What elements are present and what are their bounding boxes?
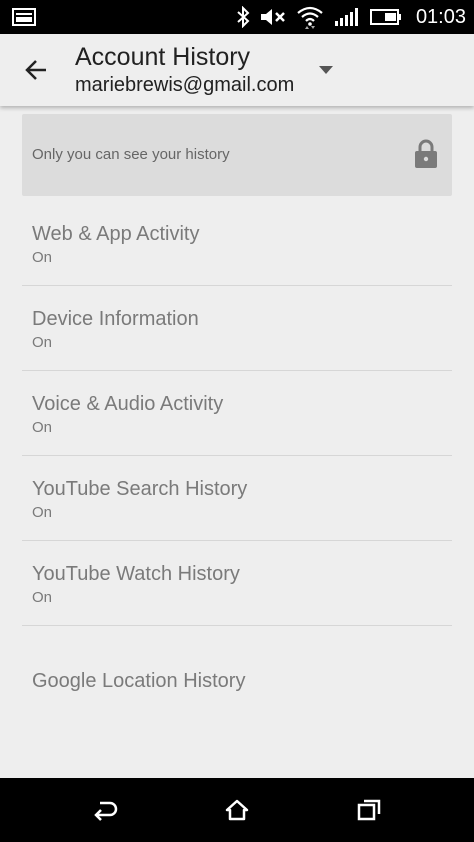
wifi-icon bbox=[297, 6, 323, 29]
item-title: YouTube Watch History bbox=[32, 563, 240, 585]
battery-icon bbox=[369, 9, 401, 25]
nav-home-button[interactable] bbox=[220, 794, 254, 826]
item-title: Web & App Activity bbox=[32, 223, 200, 245]
account-dropdown-button[interactable] bbox=[310, 56, 342, 84]
status-bar: 01:03 bbox=[0, 0, 474, 34]
history-list: Web & App Activity On Device Information… bbox=[0, 201, 474, 716]
screenshot-icon bbox=[12, 8, 36, 26]
mute-icon bbox=[260, 9, 285, 25]
back-icon bbox=[94, 801, 118, 821]
item-title: YouTube Search History bbox=[32, 478, 248, 500]
lock-icon bbox=[415, 139, 437, 168]
nav-back-button[interactable] bbox=[88, 794, 122, 826]
privacy-text: Only you can see your history bbox=[32, 146, 230, 163]
privacy-banner: Only you can see your history bbox=[22, 114, 452, 196]
home-icon bbox=[225, 799, 249, 821]
item-title: Voice & Audio Activity bbox=[32, 393, 224, 415]
item-status: On bbox=[32, 504, 53, 521]
item-status: On bbox=[32, 249, 53, 266]
history-item-youtube-search-history[interactable]: YouTube Search History On bbox=[22, 456, 452, 541]
history-item-youtube-watch-history[interactable]: YouTube Watch History On bbox=[22, 541, 452, 626]
history-item-voice-audio-activity[interactable]: Voice & Audio Activity On bbox=[22, 371, 452, 456]
app-bar: Account History mariebrewis@gmail.com bbox=[0, 34, 474, 106]
signal-icon bbox=[334, 8, 358, 26]
bluetooth-icon bbox=[237, 6, 250, 28]
nav-bar bbox=[0, 778, 474, 842]
account-email: mariebrewis@gmail.com bbox=[75, 74, 295, 96]
nav-recent-apps-button[interactable] bbox=[352, 794, 386, 826]
back-arrow-icon bbox=[25, 60, 46, 80]
history-item-device-information[interactable]: Device Information On bbox=[22, 286, 452, 371]
page-title: Account History bbox=[75, 43, 251, 71]
item-status: On bbox=[32, 419, 53, 436]
status-time: 01:03 bbox=[415, 6, 466, 28]
back-button[interactable] bbox=[14, 48, 58, 92]
item-title: Device Information bbox=[32, 308, 199, 330]
title-block[interactable]: Account History mariebrewis@gmail.com bbox=[75, 42, 294, 98]
item-status: On bbox=[32, 334, 53, 351]
dropdown-arrow-icon bbox=[319, 66, 333, 74]
history-item-google-location-history[interactable]: Google Location History bbox=[22, 626, 452, 716]
item-title: Google Location History bbox=[32, 670, 246, 692]
item-status: On bbox=[32, 589, 53, 606]
recent-apps-icon bbox=[357, 799, 381, 821]
history-item-web-app-activity[interactable]: Web & App Activity On bbox=[22, 201, 452, 286]
